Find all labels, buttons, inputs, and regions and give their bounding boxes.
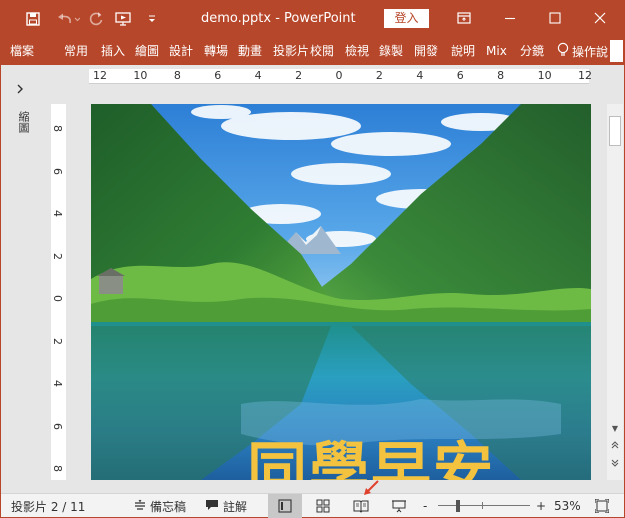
ruler-tick-label: 2	[375, 69, 383, 82]
zoom-out-button[interactable]: -	[423, 494, 427, 518]
comments-label: 註解	[223, 499, 248, 514]
slide-sorter-icon[interactable]	[308, 494, 338, 518]
redo-icon[interactable]	[86, 9, 106, 29]
ruler-tick-label: 8	[51, 465, 64, 472]
zoom-slider-thumb[interactable]	[456, 500, 460, 512]
zoom-slider-track[interactable]	[438, 505, 530, 506]
slide-canvas[interactable]: 同學早安	[91, 104, 591, 480]
thumbnail-pane: 縮圖	[1, 65, 45, 493]
customize-qat-icon[interactable]	[145, 9, 159, 29]
ruler-tick-label: 0	[51, 295, 64, 302]
lightbulb-icon	[557, 42, 569, 61]
tab-12[interactable]: 開發	[411, 37, 441, 65]
ribbon-scroll-button[interactable]	[610, 40, 623, 62]
ribbon-display-options-icon[interactable]	[451, 7, 477, 29]
ruler-tick-label: 8	[497, 69, 505, 82]
ruler-tick-label: 0	[335, 69, 343, 82]
notes-button[interactable]: 備忘稿	[134, 494, 186, 518]
tell-me-label: 操作說	[572, 44, 609, 59]
ruler-tick-label: 4	[416, 69, 424, 82]
ruler-tick-label: 8	[51, 125, 64, 132]
ruler-tick-label: 6	[51, 167, 64, 175]
tab-14[interactable]: Mix	[483, 37, 510, 65]
ruler-tick-label: 6	[456, 69, 464, 82]
comment-icon	[205, 499, 219, 514]
undo-icon[interactable]	[53, 9, 81, 29]
tab-13[interactable]: 說明	[448, 37, 478, 65]
zoom-level[interactable]: 53%	[554, 494, 581, 518]
present-from-start-icon[interactable]	[113, 9, 135, 29]
ruler-tick-label: 2	[295, 69, 303, 82]
tab-2[interactable]: 常用	[61, 37, 91, 65]
ruler-tick-label: 10	[133, 69, 148, 82]
comments-button[interactable]: 註解	[205, 494, 247, 518]
tab-7[interactable]: 動畫	[235, 37, 265, 65]
slide-indicator[interactable]: 投影片 2 / 11	[11, 494, 85, 518]
tab-6[interactable]: 轉場	[201, 37, 231, 65]
minimize-icon[interactable]	[497, 7, 523, 29]
annotation-arrow	[362, 480, 380, 499]
normal-view-icon[interactable]	[268, 494, 302, 518]
tab-10[interactable]: 檢視	[342, 37, 372, 65]
next-slide-icon[interactable]	[609, 457, 621, 469]
tab-3[interactable]: 插入	[98, 37, 128, 65]
powerpoint-window: demo.pptx - PowerPoint 登入 檔案 常用 插入 繪圖 設計 轉場 動畫…	[0, 0, 625, 518]
tab-5[interactable]: 設計	[166, 37, 196, 65]
scrollbar-thumb[interactable]	[609, 116, 621, 146]
title-bar: demo.pptx - PowerPoint 登入	[1, 1, 624, 37]
tab-9[interactable]: 校閱	[307, 37, 337, 65]
close-icon[interactable]	[587, 7, 613, 29]
vertical-ruler: 8 6 4 2 0 2 4 6 8	[51, 104, 66, 480]
notes-label: 備忘稿	[150, 499, 187, 514]
tab-1[interactable]: 檔案	[7, 37, 37, 65]
tab-11[interactable]: 錄製	[376, 37, 406, 65]
notes-icon	[134, 499, 146, 514]
maximize-icon[interactable]	[542, 7, 568, 29]
chevron-right-icon[interactable]	[15, 83, 25, 98]
ruler-tick-label: 6	[51, 422, 64, 430]
window-title: demo.pptx - PowerPoint	[201, 11, 356, 26]
ruler-tick-label: 12	[578, 69, 592, 82]
ruler-tick-label: 4	[51, 380, 64, 387]
tell-me-search[interactable]: 操作說	[557, 37, 608, 65]
ruler-tick-label: 12	[93, 69, 107, 82]
zoom-center-mark	[482, 502, 483, 509]
ruler-tick-label: 6	[214, 69, 222, 82]
ruler-tick-label: 10	[537, 69, 552, 82]
sign-in-button[interactable]: 登入	[384, 9, 429, 28]
ruler-tick-label: 2	[51, 337, 64, 345]
horizontal-ruler: 12 10 8 6 4 2 0 2 4 6 8 10 12	[89, 69, 592, 84]
slideshow-view-icon[interactable]	[384, 494, 414, 518]
save-icon[interactable]	[23, 9, 43, 29]
ruler-tick-label: 4	[254, 69, 262, 82]
slide-title-text[interactable]: 同學早安	[91, 422, 591, 480]
previous-slide-icon[interactable]	[609, 439, 621, 451]
ruler-tick-label: 2	[51, 252, 64, 260]
ruler-tick-label: 8	[173, 69, 181, 82]
vertical-scrollbar[interactable]: ▼	[607, 104, 623, 480]
ruler-tick-label: 4	[51, 210, 64, 217]
tab-15[interactable]: 分鏡	[517, 37, 547, 65]
scroll-down-icon[interactable]: ▼	[609, 422, 621, 434]
ribbon-tabs: 檔案 常用 插入 繪圖 設計 轉場 動畫 投影片 校閱 檢視 錄製 開發 說明 Mix 分鏡 操作說	[1, 37, 624, 65]
fit-to-window-icon[interactable]	[591, 494, 613, 518]
thumbnail-pane-label[interactable]: 縮圖	[15, 111, 30, 133]
tab-8[interactable]: 投影片	[270, 37, 312, 65]
zoom-in-button[interactable]: +	[536, 494, 546, 518]
tab-4[interactable]: 繪圖	[132, 37, 162, 65]
status-bar: 投影片 2 / 11 備忘稿 註解 - + 53%	[1, 480, 624, 518]
